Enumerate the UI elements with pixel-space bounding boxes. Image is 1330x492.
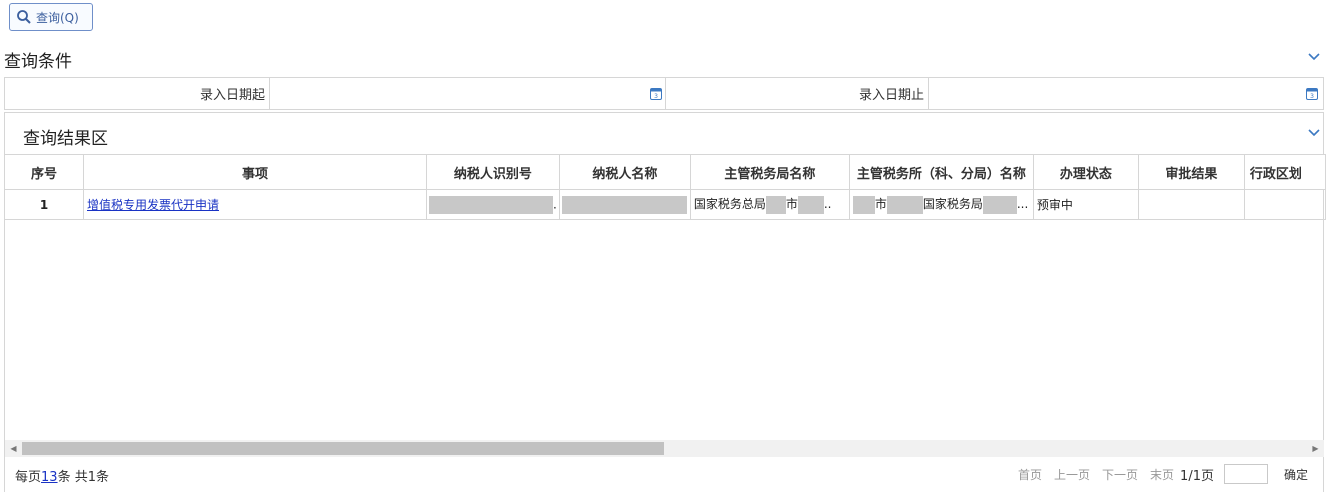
approval-cell [1137, 189, 1245, 220]
scroll-left-icon[interactable]: ◀ [5, 440, 22, 457]
query-button[interactable]: 查询(Q) [9, 3, 93, 31]
column-header[interactable]: 纳税人识别号 [426, 154, 560, 190]
redacted-block [852, 195, 875, 214]
pager-controls: 首页 上一页 下一页 末页 1/1页 确定 [1006, 464, 1308, 484]
column-header[interactable]: 主管税务所（科、分局）名称 [848, 154, 1034, 190]
redacted-block [982, 195, 1017, 214]
pager-summary: 每页13条 共1条 [15, 470, 109, 485]
collapse-conditions-icon[interactable] [1307, 52, 1321, 62]
svg-text:3: 3 [1310, 93, 1314, 100]
column-header[interactable]: 审批结果 [1137, 154, 1245, 190]
column-header[interactable]: 主管税务局名称 [689, 154, 850, 190]
search-icon [17, 10, 31, 24]
redacted-block [429, 195, 553, 214]
page-info: 1/1页 [1180, 468, 1214, 484]
confirm-page-button[interactable]: 确定 [1284, 466, 1308, 483]
start-date-label: 录入日期起 [5, 78, 270, 109]
page-number-input[interactable] [1223, 464, 1268, 484]
prev-page-button[interactable]: 上一页 [1054, 466, 1090, 483]
column-header[interactable]: 序号 [4, 154, 84, 190]
start-date-field[interactable]: 3 [270, 78, 665, 109]
calendar-icon[interactable]: 3 [1306, 87, 1318, 100]
redacted-block [797, 195, 824, 214]
first-page-button[interactable]: 首页 [1018, 466, 1042, 483]
column-header[interactable]: 事项 [83, 154, 427, 190]
tax-bureau-cell: 国家税务总局市.. [689, 189, 850, 220]
svg-text:3: 3 [654, 93, 658, 100]
region-cell [1243, 189, 1326, 220]
column-header[interactable]: 纳税人名称 [558, 154, 691, 190]
row-index: 1 [4, 189, 84, 220]
collapse-results-icon[interactable] [1307, 128, 1321, 138]
end-date-field[interactable]: 3 [929, 78, 1321, 109]
redacted-block [765, 195, 786, 214]
row-item-cell: 增值税专用发票代开申请 [83, 189, 427, 220]
tax-office-cell: 市国家税务局... [848, 189, 1034, 220]
next-page-button[interactable]: 下一页 [1102, 466, 1138, 483]
table-header-row: 序号 事项 纳税人识别号 纳税人名称 主管税务局名称 主管税务所（科、分局）名称… [4, 154, 1326, 190]
horizontal-scrollbar[interactable]: ◀ ▶ [5, 440, 1324, 457]
column-header[interactable]: 办理状态 [1032, 154, 1139, 190]
column-header[interactable]: 行政区划 [1243, 154, 1326, 190]
item-link[interactable]: 增值税专用发票代开申请 [87, 198, 219, 212]
results-title: 查询结果区 [23, 129, 108, 149]
taxpayer-id-cell: . [426, 189, 560, 220]
per-page-link[interactable]: 13 [41, 470, 58, 485]
status-cell: 预审中 [1032, 189, 1139, 220]
last-page-button[interactable]: 末页 [1150, 466, 1174, 483]
conditions-title: 查询条件 [4, 52, 72, 72]
calendar-icon[interactable]: 3 [650, 87, 662, 100]
query-button-label: 查询(Q) [36, 10, 79, 25]
end-date-label: 录入日期止 [665, 78, 929, 109]
scrollbar-thumb[interactable] [22, 442, 664, 455]
scroll-right-icon[interactable]: ▶ [1307, 440, 1324, 457]
date-conditions-row: 录入日期起 3 录入日期止 3 [4, 77, 1324, 110]
redacted-block [561, 195, 687, 214]
results-table: 序号 事项 纳税人识别号 纳税人名称 主管税务局名称 主管税务所（科、分局）名称… [4, 154, 1326, 220]
redacted-block [886, 195, 923, 214]
table-row[interactable]: 1 增值税专用发票代开申请 . 国家税务总局市.. 市国家税务局... 预审中 [4, 189, 1326, 220]
taxpayer-name-cell [558, 189, 691, 220]
